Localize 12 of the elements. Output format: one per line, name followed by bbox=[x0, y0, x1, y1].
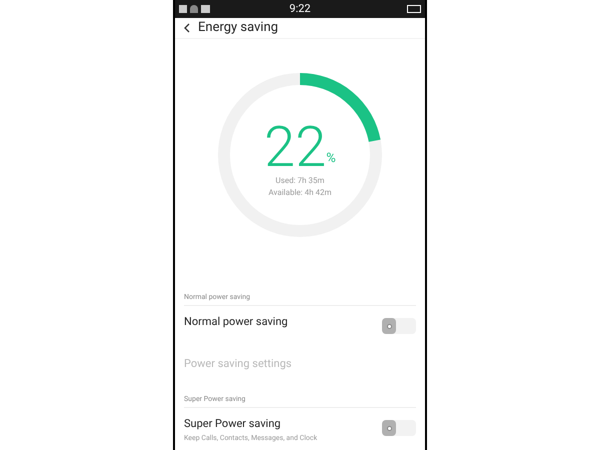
battery-icon bbox=[407, 5, 421, 13]
available-time: Available: 4h 42m bbox=[268, 186, 332, 198]
status-time: 9:22 bbox=[289, 0, 311, 17]
setting-label: Normal power saving bbox=[184, 314, 288, 330]
toggle-switch[interactable] bbox=[382, 420, 416, 436]
page-title: Energy saving bbox=[198, 19, 278, 37]
battery-percent: 22 bbox=[264, 120, 326, 172]
toggle-switch[interactable] bbox=[382, 318, 416, 334]
percent-sign: % bbox=[326, 150, 336, 168]
back-icon[interactable] bbox=[184, 22, 190, 33]
setting-label: Super Power saving bbox=[184, 416, 282, 432]
used-time: Used: 7h 35m bbox=[276, 174, 324, 186]
